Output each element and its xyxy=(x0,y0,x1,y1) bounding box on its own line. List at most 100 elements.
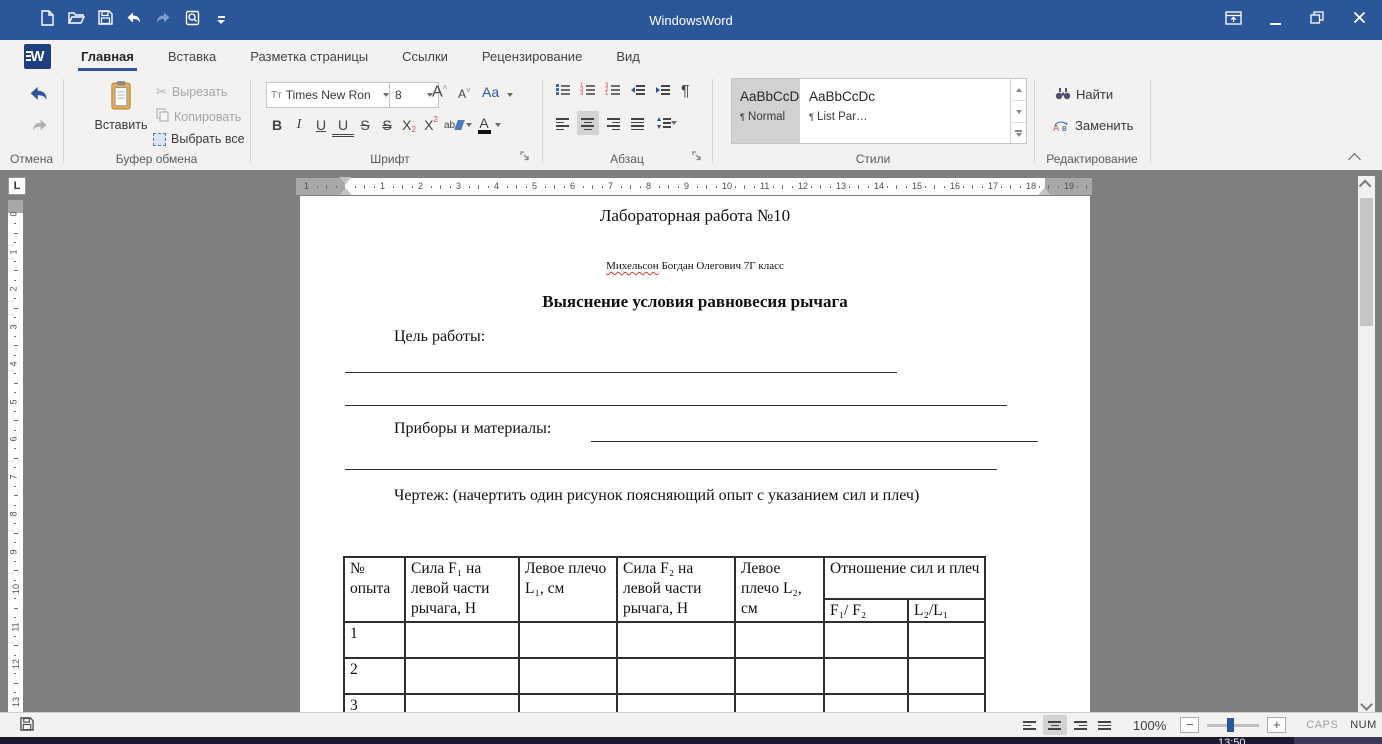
table-cell[interactable] xyxy=(908,622,985,658)
collapse-ribbon-button[interactable] xyxy=(1350,151,1359,169)
zoom-in-button[interactable]: + xyxy=(1267,717,1286,733)
subscript-button[interactable]: X2 xyxy=(398,113,420,137)
results-table[interactable]: № опыта Сила F₁ на левой части рычага, Н… xyxy=(343,556,986,712)
right-indent-marker[interactable] xyxy=(1039,188,1051,195)
table-row[interactable]: 1 xyxy=(344,622,985,658)
underline-button[interactable]: U xyxy=(310,113,332,137)
font-dialog-launcher[interactable] xyxy=(520,149,532,161)
zoom-slider-thumb[interactable] xyxy=(1227,718,1234,732)
table-cell[interactable] xyxy=(908,694,985,712)
status-justify-button[interactable] xyxy=(1093,715,1117,735)
table-cell-rownum[interactable]: 2 xyxy=(344,658,405,694)
table-row[interactable]: 3 xyxy=(344,694,985,712)
superscript-button[interactable]: X2 xyxy=(420,113,442,137)
scrollbar-thumb[interactable] xyxy=(1360,198,1373,326)
tab-stop-selector[interactable]: L xyxy=(8,177,26,195)
line-spacing-button[interactable] xyxy=(652,111,682,135)
increase-indent-button[interactable] xyxy=(656,83,670,101)
style-card-normal[interactable]: AaBbCcDc ¶ Normal xyxy=(732,79,800,143)
redo-button[interactable] xyxy=(30,118,49,138)
ribbon-display-options-button[interactable] xyxy=(1224,12,1242,28)
undo-button[interactable] xyxy=(28,85,50,108)
styles-more-button[interactable] xyxy=(1011,123,1026,144)
copy-button[interactable]: Копировать xyxy=(156,108,241,125)
first-line-indent-marker[interactable] xyxy=(339,177,351,184)
double-underline-button[interactable]: U xyxy=(332,115,354,137)
shrink-font-button[interactable]: A˅ xyxy=(458,86,471,101)
table-cell[interactable] xyxy=(519,622,617,658)
cut-button[interactable]: ✂ Вырезать xyxy=(156,84,228,100)
minimize-button[interactable] xyxy=(1266,12,1284,28)
strikethrough-button[interactable]: S xyxy=(354,113,376,137)
italic-button[interactable]: I xyxy=(288,113,310,137)
show-formatting-button[interactable]: ¶ xyxy=(681,85,690,99)
paste-button[interactable]: Вставить xyxy=(92,80,150,144)
table-cell[interactable] xyxy=(405,658,519,694)
font-name-select[interactable]: Тт Times New Ron xyxy=(266,82,394,108)
vertical-scrollbar[interactable] xyxy=(1358,176,1375,712)
status-align-right-button[interactable] xyxy=(1068,715,1092,735)
status-align-center-button[interactable] xyxy=(1043,715,1067,735)
table-cell[interactable] xyxy=(824,658,908,694)
table-cell-rownum[interactable]: 3 xyxy=(344,694,405,712)
table-cell[interactable] xyxy=(405,694,519,712)
select-all-button[interactable]: Выбрать все xyxy=(153,132,245,146)
numbering-button[interactable]: 123 xyxy=(581,83,595,101)
table-cell[interactable] xyxy=(519,694,617,712)
table-cell[interactable] xyxy=(824,694,908,712)
zoom-out-button[interactable]: − xyxy=(1180,717,1199,733)
tab-page-layout[interactable]: Разметка страницы xyxy=(233,40,385,73)
justify-button[interactable] xyxy=(627,111,649,135)
styles-scroll-up-button[interactable] xyxy=(1011,79,1026,101)
style-preview: AaBbCcDc xyxy=(740,89,792,104)
table-cell[interactable] xyxy=(735,658,824,694)
style-card-list-paragraph[interactable]: AaBbCcDc ¶ List Par… xyxy=(801,79,921,143)
double-strikethrough-button[interactable]: S xyxy=(376,113,398,137)
scroll-up-button[interactable] xyxy=(1358,176,1375,192)
table-cell[interactable] xyxy=(824,622,908,658)
scroll-down-button[interactable] xyxy=(1358,696,1375,712)
decrease-indent-button[interactable] xyxy=(631,83,645,101)
tab-view[interactable]: Вид xyxy=(599,40,657,73)
align-left-button[interactable] xyxy=(552,111,574,135)
table-cell[interactable] xyxy=(735,694,824,712)
font-color-button[interactable]: A xyxy=(474,113,504,137)
hanging-indent-marker[interactable] xyxy=(339,188,351,195)
table-cell[interactable] xyxy=(405,622,519,658)
close-button[interactable] xyxy=(1350,12,1368,28)
tab-home[interactable]: Главная xyxy=(64,40,151,73)
tab-review[interactable]: Рецензирование xyxy=(465,40,599,73)
ruler-number: 2 xyxy=(418,181,423,191)
tab-references[interactable]: Ссылки xyxy=(385,40,465,73)
tab-insert[interactable]: Вставка xyxy=(151,40,233,73)
select-all-label: Выбрать все xyxy=(171,132,245,146)
status-align-left-button[interactable] xyxy=(1018,715,1042,735)
multilevel-list-button[interactable]: 321 xyxy=(606,83,620,101)
bold-button[interactable]: B xyxy=(266,113,288,137)
table-row[interactable]: 2 xyxy=(344,658,985,694)
change-case-button[interactable]: Aa xyxy=(482,84,513,100)
table-cell[interactable] xyxy=(908,658,985,694)
vertical-ruler[interactable]: 012345678910111213 xyxy=(8,200,23,712)
table-cell-rownum[interactable]: 1 xyxy=(344,622,405,658)
bullets-button[interactable] xyxy=(556,83,570,101)
align-center-button[interactable] xyxy=(577,111,599,135)
document-page[interactable]: Лабораторная работа №10 Михельсон Богдан… xyxy=(300,196,1090,712)
zoom-level[interactable]: 100% xyxy=(1133,718,1166,733)
restore-button[interactable] xyxy=(1308,12,1326,28)
highlight-button[interactable]: ab xyxy=(442,113,474,137)
table-cell[interactable] xyxy=(617,658,735,694)
quick-save-button[interactable] xyxy=(20,717,34,736)
find-button[interactable]: Найти xyxy=(1055,86,1113,103)
table-cell[interactable] xyxy=(617,694,735,712)
paragraph-dialog-launcher[interactable] xyxy=(692,149,704,161)
replace-button[interactable]: А в Заменить xyxy=(1053,118,1133,133)
horizontal-ruler[interactable]: 112345678910111213141516171819 xyxy=(296,178,1092,195)
grow-font-button[interactable]: A˄ xyxy=(432,83,447,101)
table-cell[interactable] xyxy=(617,622,735,658)
align-right-button[interactable] xyxy=(602,111,624,135)
table-cell[interactable] xyxy=(519,658,617,694)
table-cell[interactable] xyxy=(735,622,824,658)
styles-scroll-down-button[interactable] xyxy=(1011,101,1026,123)
zoom-slider[interactable] xyxy=(1207,717,1259,733)
